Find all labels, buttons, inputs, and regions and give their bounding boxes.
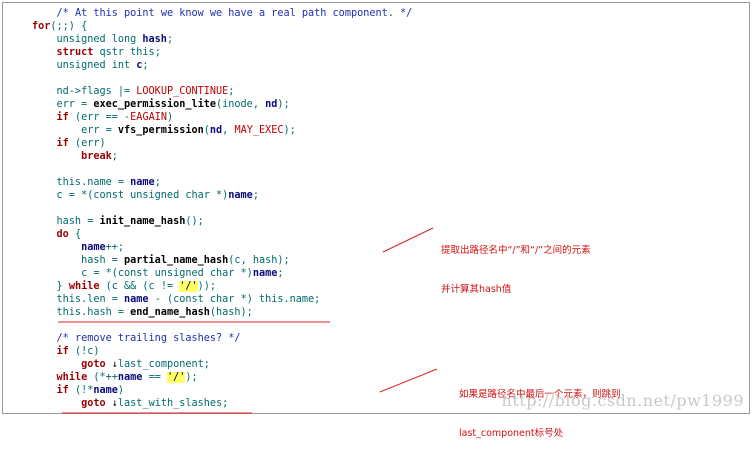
annotation-last-line2: last_component标号处 <box>459 428 564 439</box>
annotation-hash-note: 提取出路径名中“/”和“/”之间的元素 并计算其hash值 <box>441 218 591 309</box>
annotation-hash-line1: 提取出路径名中“/”和“/”之间的元素 <box>441 245 591 256</box>
watermark: http://blog.csdn.net/pw1999 <box>501 391 744 410</box>
annotation-hash-line2: 并计算其hash值 <box>441 284 512 295</box>
pointer-line-1 <box>382 227 434 253</box>
annotation-lines <box>58 227 438 414</box>
pointer-line-2 <box>379 368 438 393</box>
